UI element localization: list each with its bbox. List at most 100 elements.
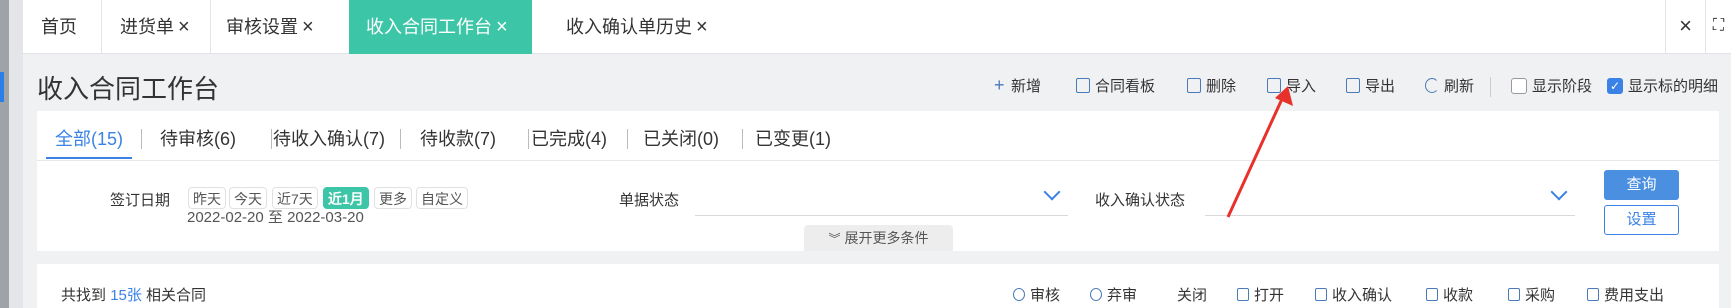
export-label: 导出	[1365, 78, 1396, 95]
tab-close-icon[interactable]: ×	[696, 16, 708, 38]
doc-status-label: 单据状态	[619, 192, 680, 209]
income-confirm-button[interactable]: 收入确认	[1315, 284, 1392, 305]
board-label: 合同看板	[1095, 78, 1156, 95]
status-tab-pending-review[interactable]: 待审核(6)	[160, 125, 236, 151]
doc-status-select[interactable]	[695, 180, 1068, 216]
toolbar: + 新增 合同看板 删除 导入 导出 刷新 显示阶段 ✓ 显示标的明细	[0, 75, 1731, 99]
tab-audit-settings[interactable]: 审核设置 ×	[226, 0, 326, 54]
show-detail-label: 显示标的明细	[1628, 78, 1719, 95]
refresh-button[interactable]: 刷新	[1425, 75, 1474, 96]
open-icon	[1237, 288, 1249, 301]
show-stage-label: 显示阶段	[1532, 78, 1593, 95]
result-count-text: 共找到 15张 相关合同	[61, 284, 206, 305]
income-confirm-status-select[interactable]	[1205, 180, 1575, 216]
tab-bar: 首页 进货单 × 审核设置 × 收入合同工作台 × 收入确认单历史 × × ⛶	[23, 0, 1731, 54]
expense-button[interactable]: 费用支出	[1587, 284, 1664, 305]
app-frame: 首页 进货单 × 审核设置 × 收入合同工作台 × 收入确认单历史 × × ⛶ 收入合同…	[0, 0, 1731, 308]
unapprove-button[interactable]: 弃审	[1090, 284, 1137, 305]
query-button[interactable]: 查询	[1604, 170, 1679, 200]
delete-button[interactable]: 删除	[1187, 75, 1236, 96]
approve-button[interactable]: 审核	[1013, 284, 1060, 305]
expand-more-conditions-button[interactable]: ︾ 展开更多条件	[804, 225, 953, 251]
unapprove-label: 弃审	[1107, 287, 1138, 304]
purchase-icon	[1508, 288, 1520, 301]
purchase-button[interactable]: 采购	[1508, 284, 1555, 305]
left-gutter	[9, 0, 23, 308]
fullscreen-icon[interactable]: ⛶	[1705, 0, 1731, 54]
income-confirm-label: 收入确认	[1332, 287, 1393, 304]
close-contract-button[interactable]: 关闭	[1177, 284, 1207, 305]
export-icon	[1346, 78, 1360, 93]
status-tab-changed[interactable]: 已变更(1)	[755, 125, 831, 151]
status-tab-pending-income-confirm[interactable]: 待收入确认(7)	[273, 125, 385, 151]
checkbox-unchecked-icon	[1511, 77, 1527, 94]
import-icon	[1267, 78, 1281, 93]
result-count: 15张	[110, 287, 142, 304]
export-button[interactable]: 导出	[1346, 75, 1395, 96]
tab-close-icon[interactable]: ×	[302, 16, 314, 38]
income-confirm-status-label: 收入确认状态	[1095, 192, 1186, 209]
status-tab-pending-payment[interactable]: 待收款(7)	[420, 125, 496, 151]
refresh-label: 刷新	[1444, 78, 1475, 95]
status-tab-all[interactable]: 全部(15)	[55, 125, 123, 151]
refresh-icon	[1425, 78, 1439, 93]
open-contract-button[interactable]: 打开	[1237, 284, 1284, 305]
chevron-down-icon	[1550, 183, 1568, 201]
status-divider	[271, 129, 272, 149]
tab-purchase-order[interactable]: 进货单 ×	[120, 0, 210, 54]
open-label: 打开	[1254, 287, 1285, 304]
expense-label: 费用支出	[1604, 287, 1665, 304]
tab-divider	[101, 0, 102, 54]
left-rail	[0, 0, 9, 308]
expense-icon	[1587, 288, 1599, 301]
board-icon	[1076, 78, 1090, 93]
expand-more-label: 展开更多条件	[844, 230, 929, 246]
new-button[interactable]: + 新增	[994, 75, 1041, 96]
sign-date-label: 签订日期	[110, 192, 171, 209]
contract-board-button[interactable]: 合同看板	[1076, 75, 1155, 96]
import-button[interactable]: 导入	[1267, 75, 1316, 96]
tab-label: 收入确认单历史	[566, 17, 692, 37]
quick-date-more[interactable]: 更多	[374, 187, 412, 209]
show-stage-checkbox[interactable]: 显示阶段	[1511, 75, 1592, 96]
tab-income-confirmation-history[interactable]: 收入确认单历史 ×	[566, 0, 726, 54]
settings-button[interactable]: 设置	[1604, 205, 1679, 235]
status-tab-closed[interactable]: 已关闭(0)	[643, 125, 719, 151]
tab-close-icon[interactable]: ×	[178, 16, 190, 38]
status-divider	[742, 129, 743, 149]
collect-label: 收款	[1443, 287, 1474, 304]
income-confirm-icon	[1315, 288, 1327, 301]
select-underline	[695, 215, 1068, 216]
double-chevron-down-icon: ︾	[828, 232, 841, 246]
tab-divider	[210, 0, 211, 54]
tab-home[interactable]: 首页	[41, 0, 101, 54]
toolbar-divider	[1490, 77, 1491, 97]
approve-icon	[1013, 288, 1025, 301]
card-divider	[37, 160, 1719, 161]
unapprove-icon	[1090, 288, 1102, 301]
status-divider	[528, 129, 529, 149]
checkbox-checked-icon: ✓	[1607, 77, 1623, 94]
purchase-label: 采购	[1525, 287, 1556, 304]
plus-icon: +	[994, 75, 1005, 95]
chevron-down-icon	[1043, 183, 1061, 201]
status-divider	[141, 129, 142, 149]
trash-icon	[1187, 78, 1201, 93]
tab-income-contract-workbench[interactable]: 收入合同工作台 ×	[349, 0, 532, 54]
active-tab-underline	[46, 157, 132, 159]
approve-label: 审核	[1030, 287, 1061, 304]
delete-label: 删除	[1206, 78, 1237, 95]
collect-payment-button[interactable]: 收款	[1426, 284, 1473, 305]
result-prefix: 共找到	[61, 287, 107, 304]
quick-date-custom[interactable]: 自定义	[416, 187, 468, 209]
tab-label: 收入合同工作台	[366, 17, 492, 37]
status-tab-completed[interactable]: 已完成(4)	[531, 125, 607, 151]
import-label: 导入	[1286, 78, 1317, 95]
date-range-text: 2022-02-20 至 2022-03-20	[187, 209, 364, 226]
result-suffix: 相关合同	[146, 287, 207, 304]
close-all-tabs-icon[interactable]: ×	[1665, 0, 1705, 54]
tab-close-icon[interactable]: ×	[496, 16, 508, 38]
new-label: 新增	[1011, 78, 1042, 95]
result-bar: 共找到 15张 相关合同 审核 弃审 关闭 打开 收入确认 收款 采购 费用支出	[37, 264, 1719, 308]
show-detail-checkbox[interactable]: ✓ 显示标的明细	[1607, 75, 1718, 96]
